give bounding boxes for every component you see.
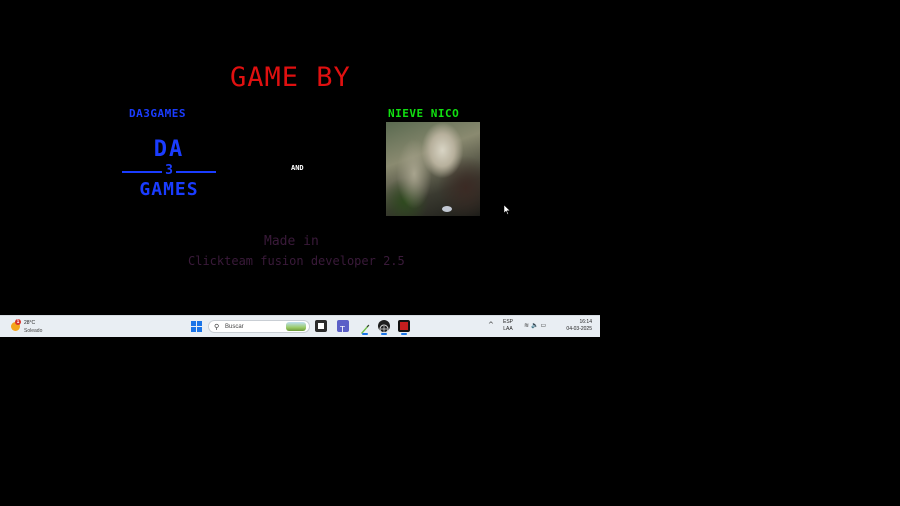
browser-icon[interactable]: [378, 320, 390, 335]
weather-condition: Soleado: [24, 328, 43, 334]
studio-name: DA3GAMES: [129, 107, 186, 120]
tool-label: Clickteam fusion developer 2.5: [188, 254, 405, 268]
weather-widget[interactable]: 1 28°C Soleado: [9, 319, 59, 335]
artist-photo: [386, 122, 480, 216]
taskbar: 1 28°C Soleado ⚲ Buscar T ^ ESP LAA ≋🔈▭ …: [0, 315, 600, 337]
studio-logo: DA 3 GAMES: [120, 137, 218, 201]
battery-icon[interactable]: ▭: [541, 322, 549, 329]
photo-water-splash: [442, 206, 452, 212]
svg-text:T: T: [339, 325, 345, 334]
notification-badge: 1: [15, 319, 21, 325]
logo-line1: DA: [153, 137, 185, 162]
weather-temp: 28°C: [24, 320, 36, 326]
lang-line1: ESP: [503, 319, 514, 325]
artist-name: NIEVE NICO: [388, 107, 460, 120]
search-icon: ⚲: [214, 323, 220, 331]
clock[interactable]: 16:14 04-03-2025: [560, 319, 592, 333]
search-highlight-icon: [286, 322, 306, 331]
logo-line3: GAMES: [139, 179, 199, 200]
logo-line2: 3: [162, 163, 176, 178]
and-label: AND: [291, 164, 304, 172]
search-placeholder: Buscar: [225, 324, 244, 330]
wifi-icon[interactable]: ≋: [524, 322, 531, 329]
credits-title: GAME BY: [230, 62, 351, 93]
chevron-up-icon[interactable]: ^: [488, 321, 494, 329]
volume-icon[interactable]: 🔈: [531, 322, 540, 329]
teams-icon[interactable]: T: [337, 320, 349, 334]
file-explorer-icon[interactable]: [315, 320, 327, 332]
made-in-label: Made in: [264, 234, 319, 249]
taskbar-search[interactable]: ⚲ Buscar: [208, 320, 310, 333]
game-icon[interactable]: [398, 320, 410, 335]
lang-line2: LAA: [503, 326, 513, 332]
windows-icon[interactable]: [191, 321, 202, 332]
clock-date: 04-03-2025: [566, 326, 592, 332]
game-window: GAME BY DA3GAMES DA 3 GAMES AND NIEVE NI…: [0, 0, 600, 315]
pen-icon[interactable]: [359, 320, 371, 335]
clock-time: 16:14: [579, 319, 592, 325]
language-indicator[interactable]: ESP LAA: [503, 319, 513, 333]
system-tray[interactable]: ≋🔈▭: [524, 322, 548, 329]
